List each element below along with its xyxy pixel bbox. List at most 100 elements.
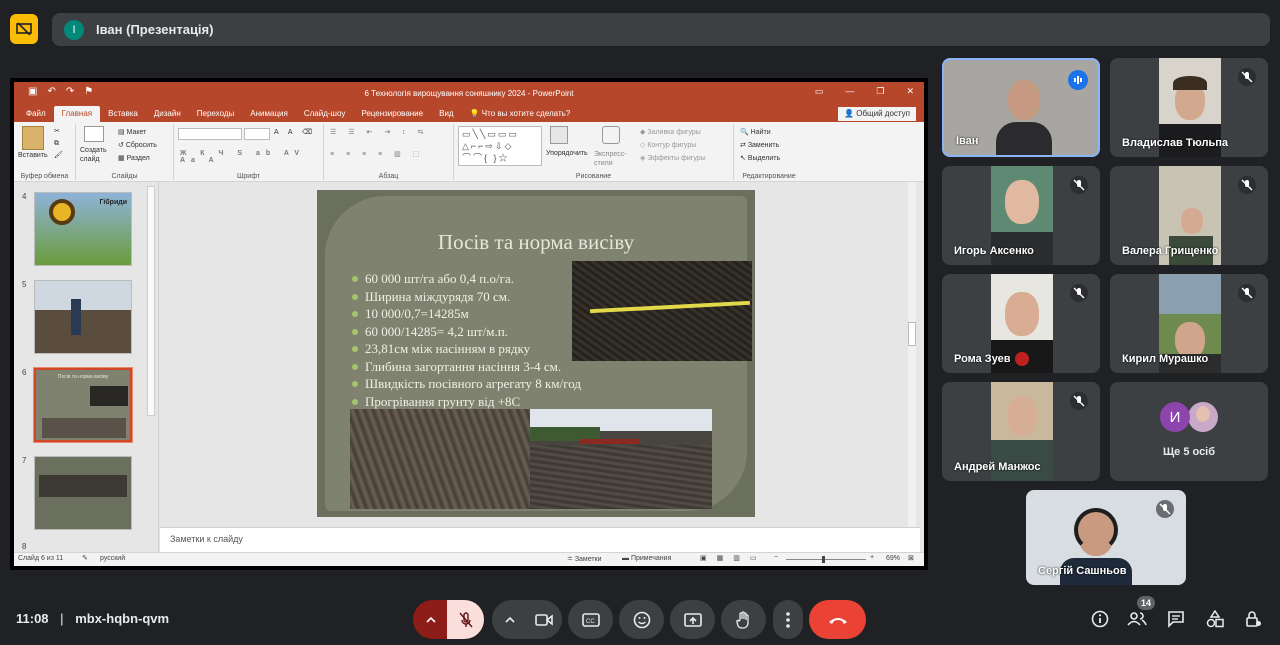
present-screen-button[interactable]: [670, 600, 715, 639]
tab-animation[interactable]: Анимация: [242, 106, 296, 122]
participant-tile[interactable]: Рома Зуев: [942, 274, 1100, 373]
reactions-button[interactable]: [619, 600, 664, 639]
spellcheck-icon[interactable]: ✎: [82, 554, 88, 562]
participant-tile[interactable]: Владислав Тюльпа: [1110, 58, 1268, 157]
zoom-slider-thumb[interactable]: [822, 556, 825, 563]
reset-button[interactable]: ↺ Сбросить: [118, 139, 157, 152]
participant-avatar-photo: [1188, 402, 1218, 432]
captions-button[interactable]: CC: [568, 600, 613, 639]
participant-tile[interactable]: Кирил Мурашко: [1110, 274, 1268, 373]
thumbnail-number: 6: [22, 368, 27, 377]
slide-thumbnail-6-selected[interactable]: Посів та норма висіву: [33, 367, 133, 443]
quick-styles-icon[interactable]: [602, 126, 620, 144]
font-size-dropdown[interactable]: [244, 128, 270, 140]
host-controls-button[interactable]: [1239, 605, 1267, 633]
zoom-out-icon[interactable]: −: [774, 554, 778, 561]
meeting-details-button[interactable]: [1086, 605, 1114, 633]
tab-file[interactable]: Файл: [18, 106, 54, 122]
customize-icon[interactable]: ⚑: [84, 86, 93, 97]
zoom-slider[interactable]: [786, 559, 866, 560]
font-family-dropdown[interactable]: [178, 128, 242, 140]
tab-slideshow[interactable]: Слайд-шоу: [296, 106, 353, 122]
camera-toggle-button[interactable]: [526, 600, 562, 639]
shape-effects-button[interactable]: ◈ Эффекты фигуры: [640, 152, 706, 165]
tell-me-text: Что вы хотите сделать?: [481, 109, 571, 118]
thumbnail-number: 8: [22, 542, 27, 551]
notes-toggle[interactable]: ≐ Заметки: [567, 555, 602, 563]
slide-thumbnail-5[interactable]: [34, 280, 132, 354]
undo-icon[interactable]: ↶: [47, 86, 55, 97]
save-icon[interactable]: ▣: [28, 86, 37, 97]
more-options-button[interactable]: [773, 600, 803, 639]
cut-icon[interactable]: ✂: [54, 126, 63, 138]
arrange-icon[interactable]: [550, 126, 568, 144]
presentation-icon[interactable]: [10, 14, 38, 44]
fit-slide-icon[interactable]: ⊠: [908, 554, 914, 562]
tab-view[interactable]: Вид: [431, 106, 461, 122]
participant-tile[interactable]: Андрей Манжос: [942, 382, 1100, 481]
slide-scrollbar[interactable]: [908, 182, 916, 527]
new-slide-button[interactable]: Создать слайд: [80, 146, 110, 164]
meeting-info: 11:08 | mbx-hqbn-qvm: [16, 611, 169, 626]
replace-button[interactable]: ⇄ Заменить: [740, 139, 780, 152]
format-painter-icon[interactable]: 🖌: [54, 150, 63, 162]
paste-button[interactable]: Вставить: [18, 152, 48, 159]
participant-tile[interactable]: Валера Грищенко: [1110, 166, 1268, 265]
quick-styles-button[interactable]: Экспресс-стили: [594, 150, 634, 168]
video-options-button[interactable]: [492, 600, 528, 639]
thumbnail-scrollbar[interactable]: [147, 186, 155, 416]
arrange-button[interactable]: Упорядочить: [546, 150, 588, 157]
people-button[interactable]: 14: [1123, 596, 1155, 633]
mic-toggle-button[interactable]: [447, 600, 484, 639]
section-button[interactable]: ▦ Раздел: [118, 152, 157, 165]
tab-home[interactable]: Главная: [53, 106, 101, 122]
leave-call-button[interactable]: [809, 600, 866, 639]
participant-name: Владислав Тюльпа: [1122, 137, 1229, 149]
tell-me-search[interactable]: 💡 Что вы хотите сделать?: [462, 106, 579, 122]
language-indicator[interactable]: русский: [100, 555, 125, 562]
list-buttons[interactable]: ☰ ☰ ⇤ ⇥ ↕ ⇆: [330, 128, 428, 136]
redo-icon[interactable]: ↷: [66, 86, 74, 97]
share-button[interactable]: 👤 Общий доступ: [838, 107, 916, 121]
ribbon-display-icon[interactable]: ▭: [815, 86, 824, 97]
tab-transitions[interactable]: Переходы: [189, 106, 243, 122]
tab-insert[interactable]: Вставка: [100, 106, 146, 122]
current-slide[interactable]: Посів та норма висіву 60 000 шт/га або 0…: [317, 190, 755, 517]
scroll-thumb[interactable]: [908, 322, 916, 346]
tab-review[interactable]: Рецензирование: [353, 106, 431, 122]
comments-toggle[interactable]: ▬ Примечания: [622, 555, 671, 562]
close-icon[interactable]: ✕: [906, 86, 914, 97]
slide-thumbnail-4[interactable]: Гібриди: [34, 192, 132, 266]
participant-tile[interactable]: Игорь Аксенко: [942, 166, 1100, 265]
notes-pane[interactable]: Заметки к слайду: [160, 527, 920, 552]
raise-hand-button[interactable]: [721, 600, 766, 639]
copy-icon[interactable]: ⧉: [54, 138, 63, 150]
tab-design[interactable]: Дизайн: [146, 106, 189, 122]
window-controls: ▭ — ❐ ✕: [815, 86, 914, 97]
view-buttons[interactable]: ▣▦▥▭: [700, 554, 766, 562]
find-button[interactable]: 🔍 Найти: [740, 126, 780, 139]
font-format-buttons[interactable]: Ж К Ч S ab AV Aa A: [180, 150, 323, 164]
minimize-icon[interactable]: —: [845, 86, 854, 97]
shape-fill-button[interactable]: ◆ Заливка фигуры: [640, 126, 706, 139]
chat-button[interactable]: [1162, 605, 1190, 633]
shapes-gallery[interactable]: ▭╲╲▭▭▭ △⌐⌐⇨⇩◇ ⌒⌒{ }☆: [458, 126, 542, 166]
svg-text:CC: CC: [586, 619, 595, 625]
participant-tile[interactable]: Іван: [942, 58, 1100, 157]
align-buttons[interactable]: ≡ ≡ ≡ ≡ ▥ ⬚: [330, 150, 424, 158]
meeting-code[interactable]: mbx-hqbn-qvm: [75, 611, 169, 626]
layout-button[interactable]: ▤ Макет: [118, 126, 157, 139]
font-size-buttons[interactable]: A A ⌫: [274, 128, 316, 136]
select-button[interactable]: ↖ Выделить: [740, 152, 780, 165]
self-view-tile[interactable]: Сергій Сашньов: [1026, 490, 1186, 585]
slide-thumbnail-7[interactable]: [34, 456, 132, 530]
paste-icon[interactable]: [22, 126, 44, 150]
more-participants-tile[interactable]: И Ще 5 осіб: [1110, 382, 1268, 481]
audio-options-button[interactable]: [413, 600, 449, 639]
new-slide-icon[interactable]: [84, 126, 104, 142]
activities-button[interactable]: [1201, 605, 1229, 633]
shape-outline-button[interactable]: ◇ Контур фигуры: [640, 139, 706, 152]
maximize-icon[interactable]: ❐: [876, 86, 884, 97]
zoom-in-icon[interactable]: +: [870, 554, 874, 561]
zoom-level[interactable]: 69%: [886, 555, 900, 562]
